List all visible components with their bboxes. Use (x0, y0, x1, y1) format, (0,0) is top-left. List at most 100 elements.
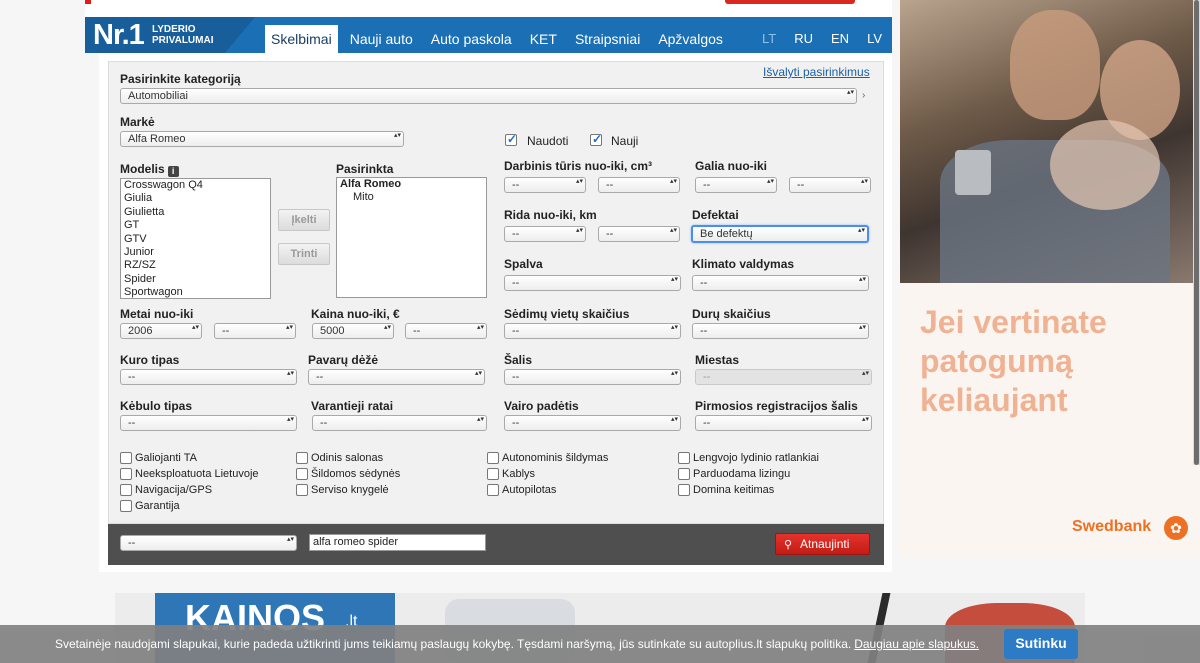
page: Nr.1 LYDERIO PRIVALUMAI Skelbimai Nauji … (0, 0, 1200, 663)
feature-checkbox[interactable] (678, 484, 690, 496)
price-from-select[interactable]: 5000 (312, 323, 394, 339)
selected-listbox[interactable]: Alfa Romeo Mito (336, 177, 487, 298)
defects-label: Defektai (692, 208, 739, 222)
top-strip (85, 0, 892, 17)
ad-brand: Swedbank (1072, 518, 1152, 535)
country-select[interactable]: -- (504, 369, 681, 385)
clear-selection-link[interactable]: Išvalyti pasirinkimus (763, 65, 870, 79)
refresh-button[interactable]: ⚲ Atnaujinti (775, 533, 870, 555)
doors-select[interactable]: -- (692, 323, 869, 339)
ad-photo-cup (955, 150, 991, 195)
engine-to-select[interactable]: -- (598, 177, 680, 193)
list-item[interactable]: GT (121, 219, 270, 232)
category-select[interactable]: Automobiliai (120, 88, 857, 104)
lang-en[interactable]: EN (831, 31, 849, 46)
feature-checkbox[interactable] (487, 452, 499, 464)
list-item[interactable]: Giulia (121, 192, 270, 205)
year-to-select[interactable]: -- (214, 323, 296, 339)
price-to-select[interactable]: -- (405, 323, 487, 339)
feature-checkbox[interactable] (120, 484, 132, 496)
cookie-more-link[interactable]: Daugiau apie slapukus. (854, 637, 979, 651)
mileage-to-select[interactable]: -- (598, 226, 680, 242)
list-item[interactable]: Sportwagon (121, 286, 270, 298)
selected-model-item[interactable]: Mito (337, 191, 486, 204)
list-item[interactable]: Spider (121, 273, 270, 286)
seats-label: Sėdimų vietų skaičius (504, 307, 630, 321)
engine-from-select[interactable]: -- (504, 177, 586, 193)
new-label: Nauji (611, 134, 639, 148)
tab-ket[interactable]: KET (524, 25, 563, 53)
tab-apzvalgos[interactable]: Apžvalgos (652, 25, 729, 53)
tab-auto-paskola[interactable]: Auto paskola (425, 25, 518, 53)
climate-select[interactable]: -- (692, 275, 869, 291)
defects-select[interactable]: Be defektų (691, 225, 869, 243)
feature-label: Garantija (135, 500, 180, 512)
scrollbar-thumb[interactable] (1194, 0, 1199, 465)
seats-select[interactable]: -- (504, 323, 681, 339)
list-item[interactable]: GTV (121, 233, 270, 246)
year-from-select[interactable]: 2006 (120, 323, 202, 339)
list-item[interactable]: RZ/SZ (121, 259, 270, 272)
logo-sub2: PRIVALUMAI (152, 35, 214, 46)
fuel-select[interactable]: -- (120, 369, 297, 385)
swedbank-ad[interactable]: Jei vertinate patogumą keliaujant Swedba… (900, 0, 1200, 557)
feature-checkbox[interactable] (120, 452, 132, 464)
power-to-select[interactable]: -- (789, 177, 871, 193)
models-listbox[interactable]: Crosswagon Q4 Giulia Giulietta GT GTV Ju… (120, 178, 271, 299)
list-item[interactable]: Giulietta (121, 206, 270, 219)
feature-checkbox[interactable] (487, 468, 499, 480)
main-navbar: Nr.1 LYDERIO PRIVALUMAI Skelbimai Nauji … (85, 17, 892, 53)
tab-straipsniai[interactable]: Straipsniai (569, 25, 646, 53)
info-icon[interactable]: i (167, 166, 179, 177)
mileage-from-select[interactable]: -- (504, 226, 586, 242)
drive-select[interactable]: -- (312, 415, 487, 431)
selected-label: Pasirinkta (336, 162, 394, 176)
body-select[interactable]: -- (120, 415, 297, 431)
list-item[interactable]: Junior (121, 246, 270, 259)
tab-nauji-auto[interactable]: Nauji auto (344, 25, 419, 53)
feature-checkbox[interactable] (487, 484, 499, 496)
lang-ru[interactable]: RU (794, 31, 813, 46)
feature-checkbox[interactable] (120, 500, 132, 512)
reg-country-select[interactable]: -- (695, 415, 872, 431)
tab-skelbimai[interactable]: Skelbimai (265, 25, 338, 53)
power-from-select[interactable]: -- (695, 177, 777, 193)
add-model-button[interactable]: Įkelti (278, 209, 330, 231)
make-select[interactable]: Alfa Romeo (120, 131, 404, 147)
color-select[interactable]: -- (504, 275, 681, 291)
selected-make-item[interactable]: Alfa Romeo (337, 178, 486, 191)
list-item[interactable]: Crosswagon Q4 (121, 179, 270, 192)
city-select[interactable]: -- (695, 369, 872, 385)
feature-checkbox[interactable] (678, 452, 690, 464)
language-switcher: LT RU EN LV (744, 31, 882, 46)
remove-model-button[interactable]: Trinti (278, 243, 330, 265)
steering-select[interactable]: -- (504, 415, 681, 431)
gearbox-select[interactable]: -- (308, 369, 485, 385)
year-label: Metai nuo-iki (120, 307, 194, 321)
new-checkbox[interactable] (590, 132, 602, 146)
saved-search-select[interactable]: -- (120, 535, 297, 551)
top-red-button[interactable] (725, 0, 855, 4)
feature-checkbox[interactable] (296, 484, 308, 496)
feature-checkbox[interactable] (120, 468, 132, 480)
accept-cookies-button[interactable]: Sutinku (1004, 629, 1078, 659)
lang-lv[interactable]: LV (867, 31, 882, 46)
search-input[interactable]: alfa romeo spider (309, 534, 486, 551)
feature-checkbox[interactable] (296, 452, 308, 464)
scrollbar[interactable] (1193, 0, 1200, 465)
feature-checkbox[interactable] (678, 468, 690, 480)
feature-checkbox[interactable] (296, 468, 308, 480)
power-label: Galia nuo-iki (695, 159, 768, 173)
ad-photo (900, 0, 1200, 283)
feature-label: Serviso knygelė (311, 484, 389, 496)
gearbox-label: Pavarų dėžė (308, 353, 379, 367)
leader-logo[interactable]: Nr.1 LYDERIO PRIVALUMAI (85, 17, 255, 53)
fuel-label: Kuro tipas (120, 353, 180, 367)
lang-lt[interactable]: LT (762, 31, 776, 46)
logo-subtitle: LYDERIO PRIVALUMAI (152, 24, 213, 46)
ad-photo-figure (1050, 120, 1160, 210)
used-checkbox[interactable] (505, 132, 517, 146)
feature-label: Parduodama lizingu (693, 468, 791, 480)
swedbank-logo-icon: ✿ (1164, 516, 1188, 540)
feature-label: Autonominis šildymas (502, 452, 609, 464)
